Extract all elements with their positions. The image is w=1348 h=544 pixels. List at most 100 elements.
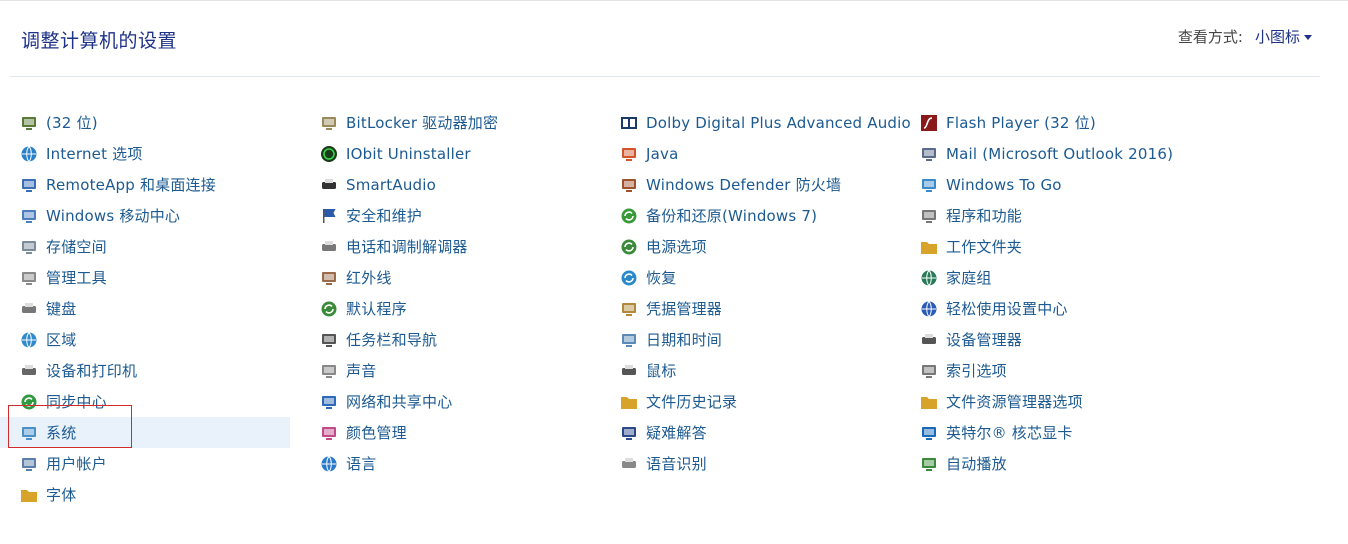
indexing-icon <box>920 362 938 380</box>
control-panel-item[interactable]: 文件资源管理器选项 <box>900 386 1190 417</box>
control-panel-item[interactable]: 存储空间 <box>0 231 290 262</box>
language-icon <box>320 455 338 473</box>
control-panel-item-label: 管理工具 <box>46 269 107 287</box>
control-panel-item[interactable]: Flash Player (32 位) <box>900 107 1190 138</box>
control-panel-item[interactable]: 恢复 <box>600 262 890 293</box>
control-panel-item-label: Windows To Go <box>946 175 1062 194</box>
control-panel-item[interactable]: Windows To Go <box>900 169 1190 200</box>
control-panel-item[interactable]: 疑难解答 <box>600 417 890 448</box>
control-panel-item-label: 安全和维护 <box>346 207 423 225</box>
control-panel-item-label: 电话和调制解调器 <box>346 238 468 256</box>
control-panel-item[interactable]: 电话和调制解调器 <box>300 231 590 262</box>
control-panel-item[interactable]: (32 位) <box>0 107 290 138</box>
control-panel-item[interactable]: 红外线 <box>300 262 590 293</box>
control-panel-item[interactable]: 键盘 <box>0 293 290 324</box>
user-accounts-icon <box>20 455 38 473</box>
control-panel-item[interactable]: 网络和共享中心 <box>300 386 590 417</box>
printer-icon <box>20 362 38 380</box>
flash-icon <box>920 114 938 132</box>
control-panel-item-label: 设备和打印机 <box>46 362 138 380</box>
programs-features-icon <box>920 207 938 225</box>
system-computer-icon <box>20 424 38 442</box>
control-panel-item[interactable]: 英特尔® 核芯显卡 <box>900 417 1190 448</box>
control-panel-item[interactable]: 备份和还原(Windows 7) <box>600 200 890 231</box>
control-panel-item-label: 凭据管理器 <box>646 300 723 318</box>
control-panel-item[interactable]: Mail (Microsoft Outlook 2016) <box>900 138 1190 169</box>
control-panel-item[interactable]: 设备管理器 <box>900 324 1190 355</box>
control-panel-item[interactable]: IObit Uninstaller <box>300 138 590 169</box>
color-management-icon <box>320 424 338 442</box>
control-panel-item[interactable]: 管理工具 <box>0 262 290 293</box>
control-panel-item[interactable]: 颜色管理 <box>300 417 590 448</box>
control-panel-item-label: 文件资源管理器选项 <box>946 393 1083 411</box>
control-panel-item-label: 网络和共享中心 <box>346 393 453 411</box>
mail-icon <box>920 145 938 163</box>
control-panel-item[interactable]: 家庭组 <box>900 262 1190 293</box>
control-panel-item-label: IObit Uninstaller <box>346 144 471 163</box>
control-panel-item-label: 存储空间 <box>46 238 107 256</box>
control-panel-item[interactable]: Java <box>600 138 890 169</box>
control-panel-item-label: Java <box>646 144 679 163</box>
control-panel-item[interactable]: 日期和时间 <box>600 324 890 355</box>
gear-people-icon <box>20 114 38 132</box>
control-panel-item[interactable]: 设备和打印机 <box>0 355 290 386</box>
control-panel-item-label: Windows Defender 防火墙 <box>646 176 842 194</box>
control-panel-item-label: 文件历史记录 <box>646 393 738 411</box>
control-panel-item[interactable]: 字体 <box>0 479 290 510</box>
control-panel-item[interactable]: Windows 移动中心 <box>0 200 290 231</box>
control-panel-item-label: 用户帐户 <box>46 455 107 473</box>
control-panel-item[interactable]: 索引选项 <box>900 355 1190 386</box>
column-1: (32 位) Internet 选项 RemoteApp 和桌面连接 Windows … <box>0 107 290 510</box>
control-panel-item-label: 字体 <box>46 486 77 504</box>
storage-icon <box>20 238 38 256</box>
headphones-icon <box>320 176 338 194</box>
control-panel-item[interactable]: 任务栏和导航 <box>300 324 590 355</box>
control-panel-item[interactable]: 同步中心 <box>0 386 290 417</box>
control-panel-item-label: 颜色管理 <box>346 424 407 442</box>
infrared-icon <box>320 269 338 287</box>
control-panel-item-label: Windows 移动中心 <box>46 207 181 225</box>
control-panel-item[interactable]: 语言 <box>300 448 590 479</box>
control-panel-item[interactable]: 语音识别 <box>600 448 890 479</box>
control-panel-item-label: 红外线 <box>346 269 392 287</box>
keyboard-icon <box>20 300 38 318</box>
control-panel-item-label: 语言 <box>346 455 377 473</box>
control-panel-item[interactable]: 工作文件夹 <box>900 231 1190 262</box>
control-panel-item[interactable]: 用户帐户 <box>0 448 290 479</box>
control-panel-item-label: 工作文件夹 <box>946 238 1023 256</box>
windows-to-go-icon <box>920 176 938 194</box>
control-panel-item-label: 电源选项 <box>646 238 707 256</box>
region-globe-icon <box>20 331 38 349</box>
control-panel-item[interactable]: 自动播放 <box>900 448 1190 479</box>
page-title: 调整计算机的设置 <box>21 30 178 52</box>
control-panel-item-label: 设备管理器 <box>946 331 1023 349</box>
control-panel-item[interactable]: Internet 选项 <box>0 138 290 169</box>
control-panel-item[interactable]: 默认程序 <box>300 293 590 324</box>
microphone-icon <box>620 455 638 473</box>
control-panel-item[interactable]: 文件历史记录 <box>600 386 890 417</box>
control-panel-item[interactable]: 程序和功能 <box>900 200 1190 231</box>
control-panel-item[interactable]: 区域 <box>0 324 290 355</box>
view-by-dropdown[interactable]: 小图标 <box>1255 26 1312 47</box>
control-panel-item[interactable]: 声音 <box>300 355 590 386</box>
date-time-icon <box>620 331 638 349</box>
top-border <box>0 0 1348 1</box>
control-panel-item-label: 语音识别 <box>646 455 707 473</box>
troubleshoot-icon <box>620 424 638 442</box>
power-options-icon <box>620 238 638 256</box>
control-panel-item[interactable]: 系统 <box>0 417 290 448</box>
view-by-label: 查看方式: <box>1177 28 1243 46</box>
control-panel-item[interactable]: Windows Defender 防火墙 <box>600 169 890 200</box>
control-panel-item[interactable]: SmartAudio <box>300 169 590 200</box>
control-panel-item[interactable]: 鼠标 <box>600 355 890 386</box>
control-panel-item[interactable]: 轻松使用设置中心 <box>900 293 1190 324</box>
control-panel-item[interactable]: RemoteApp 和桌面连接 <box>0 169 290 200</box>
control-panel-item[interactable]: 凭据管理器 <box>600 293 890 324</box>
control-panel-item[interactable]: BitLocker 驱动器加密 <box>300 107 590 138</box>
control-panel-item[interactable]: 电源选项 <box>600 231 890 262</box>
control-panel-item-label: (32 位) <box>46 114 98 132</box>
sound-icon <box>320 362 338 380</box>
control-panel-item[interactable]: 安全和维护 <box>300 200 590 231</box>
control-panel-item[interactable]: Dolby Digital Plus Advanced Audio <box>600 107 911 138</box>
firewall-icon <box>620 176 638 194</box>
